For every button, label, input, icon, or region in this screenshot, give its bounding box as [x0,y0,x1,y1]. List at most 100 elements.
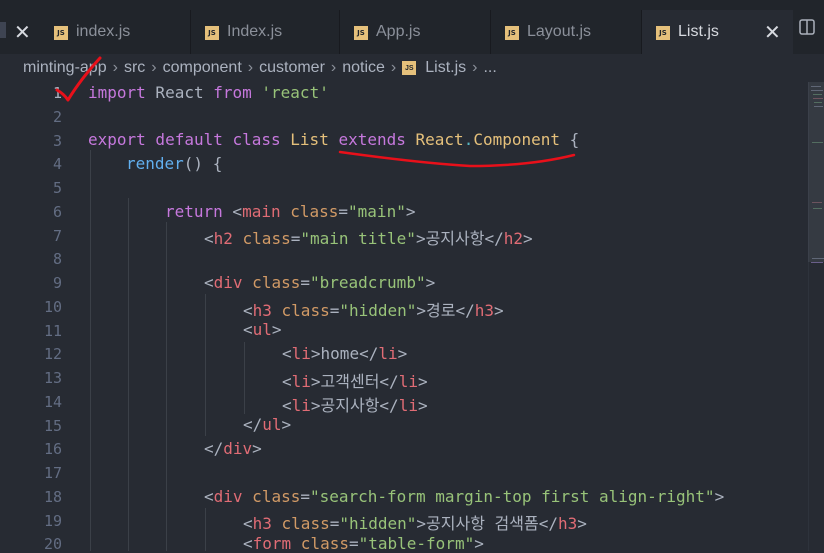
punctuation: < [222,202,243,221]
punctuation: < [243,534,253,553]
punctuation: > [281,415,292,434]
line-number: 9 [52,274,62,292]
breadcrumb-item-symbols[interactable]: ... [483,59,496,77]
punctuation: < [204,487,214,506]
breadcrumb-item-notice[interactable]: notice [342,59,385,77]
code-line-6: return <main class="main"> [165,202,415,221]
punctuation: = [329,301,340,320]
tag-name: li [378,344,398,363]
split-editor-icon[interactable] [798,18,816,41]
tag-name: h3 [474,301,495,320]
split-editor-icon-svg [799,19,815,35]
tab-bar: ✕ JS index.js JS Index.js JS App.js JS L… [0,0,824,54]
tag-name: li [398,372,418,391]
line-number: 3 [52,132,62,150]
tab-label: Layout.js [527,23,592,40]
line-number: 14 [43,393,62,411]
class-name: Component [473,130,561,149]
code-line-18: <div class="search-form margin-top first… [204,487,724,506]
breadcrumb-item-minting-app[interactable]: minting-app [23,59,107,77]
punctuation: > [474,534,484,553]
js-file-icon: JS [205,26,219,40]
line-number: 12 [43,345,62,363]
punctuation: </ [243,415,263,434]
close-icon[interactable]: ✕ [764,20,781,44]
tab-list-js[interactable]: JS List.js ✕ [642,10,793,54]
code-line-7: <h2 class="main title">공지사항</h2> [204,225,533,249]
punctuation: { [560,130,580,149]
chevron-right-icon: › [330,59,337,76]
punctuation: > [252,439,262,458]
line-number: 19 [43,512,62,530]
line-number: 5 [52,179,62,197]
punctuation: < [243,320,253,339]
chevron-right-icon: › [151,59,157,76]
tab-layout-js[interactable]: JS Layout.js [491,10,642,54]
attribute-name: class [280,202,339,221]
scrollbar-thumb[interactable] [808,82,824,262]
punctuation: = [348,534,359,553]
punctuation: </ [204,439,224,458]
code-line-14: <li>공지사항</li> [282,392,428,416]
code-editor[interactable]: 1 2 3 4 5 6 7 8 9 10 11 12 13 14 15 16 1… [0,82,808,553]
code-line-3: export default class List extends React.… [88,130,579,149]
tab-index-js-2[interactable]: JS Index.js [191,10,340,54]
breadcrumb-item-list-js[interactable]: List.js [425,59,466,77]
indent-guide [205,294,206,436]
punctuation: < [204,273,214,292]
string: 'react' [251,83,329,102]
chevron-right-icon: › [472,59,478,76]
keyword: from [213,83,252,102]
punctuation: < [204,229,214,248]
code-line-19: <h3 class="hidden">공지사항 검색폼</h3> [243,510,587,534]
tab-label: Index.js [227,23,283,40]
identifier: React [145,83,214,102]
keyword: export [88,130,146,149]
string: "hidden" [339,301,417,320]
tab-index-js[interactable]: JS index.js [40,10,191,54]
punctuation: > [522,229,533,248]
attribute-name: class [271,514,330,533]
punctuation: < [243,514,253,533]
string: "main title" [300,229,416,248]
tag-name: div [223,439,253,458]
punctuation: < [282,344,292,363]
line-number: 4 [52,155,62,173]
breadcrumb-item-customer[interactable]: customer [259,59,325,77]
tag-name: form [252,534,292,553]
tab-app-js[interactable]: JS App.js [340,10,491,54]
tag-name: li [291,344,311,363]
attribute-name: class [291,534,349,553]
line-number: 2 [52,108,62,126]
text-content: >공지사항</ [415,229,504,248]
close-icon[interactable]: ✕ [14,20,31,44]
code-line-9: <div class="breadcrumb"> [204,273,435,292]
js-file-icon: JS [656,26,670,40]
breadcrumb-item-component[interactable]: component [163,59,242,77]
punctuation: = [338,202,349,221]
attribute-name: class [242,273,301,292]
tag-name: div [213,487,243,506]
tag-name: ul [252,320,272,339]
punctuation: < [282,372,292,391]
text-content: >공지사항 검색폼</ [416,514,558,533]
code-line-10: <h3 class="hidden">경로</h3> [243,297,504,321]
string: "main" [348,202,406,221]
chevron-right-icon: › [247,59,254,76]
string: "table-form" [358,534,475,553]
tag-name: ul [262,415,282,434]
punctuation: > [417,396,428,415]
chevron-right-icon: › [112,59,118,76]
line-number: 18 [43,488,62,506]
punctuation: > [405,202,416,221]
keyword: extends [328,130,406,149]
breadcrumb-item-src[interactable]: src [124,59,145,77]
punctuation: < [282,396,292,415]
tab-label: List.js [678,23,719,40]
attribute-name: class [271,301,330,320]
code-line-15: </ul> [243,415,291,434]
js-file-icon: JS [505,26,519,40]
indent-guide [128,198,129,551]
code-line-20: <form class="table-form"> [243,534,484,553]
punctuation: < [243,301,253,320]
